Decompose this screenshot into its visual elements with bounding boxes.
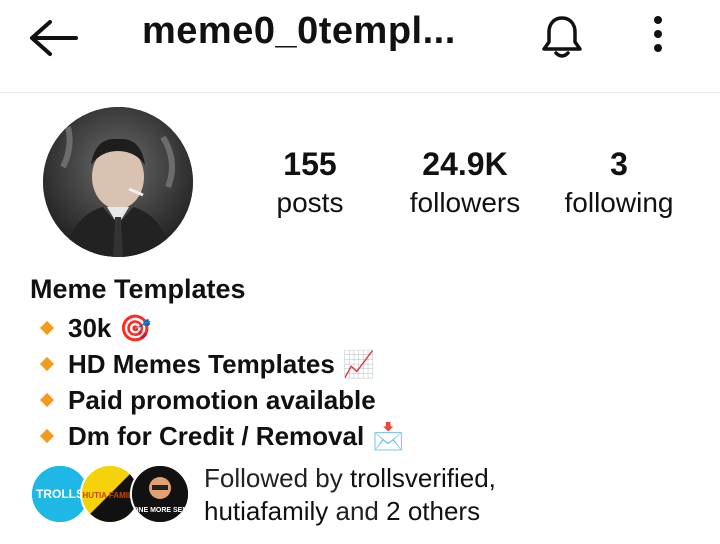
profile-name: Meme Templates bbox=[30, 274, 246, 304]
stat-following[interactable]: 3 following bbox=[544, 145, 694, 223]
chart-increasing-emoji-icon: 📈 bbox=[342, 348, 376, 379]
follower-avatar-onemoresee: ONE MORE SEE bbox=[130, 464, 190, 524]
more-options-icon[interactable] bbox=[646, 14, 670, 58]
orange-diamond-icon bbox=[39, 428, 55, 444]
orange-diamond-icon bbox=[39, 392, 55, 408]
avatar-logo-text: ONE MORE SEE bbox=[133, 507, 187, 514]
back-arrow-icon[interactable] bbox=[28, 18, 80, 58]
following-label: following bbox=[564, 187, 674, 218]
profile-bio: 30k 🎯 HD Memes Templates 📈 Paid promotion … bbox=[38, 310, 405, 454]
top-bar: meme0_0templ... bbox=[0, 0, 720, 90]
header-divider bbox=[0, 92, 720, 93]
followers-count: 24.9K bbox=[422, 146, 508, 182]
stat-posts[interactable]: 155 posts bbox=[235, 145, 385, 223]
following-count: 3 bbox=[610, 146, 628, 182]
followed-by-avatars[interactable]: TROLLS HUTIA FAMILY ONE MORE SEE bbox=[30, 464, 190, 524]
posts-count: 155 bbox=[283, 146, 337, 182]
bio-line: Dm for Credit / Removal 📩 bbox=[38, 418, 405, 454]
posts-label: posts bbox=[276, 187, 344, 218]
follower-name[interactable]: hutiafamily bbox=[204, 496, 328, 526]
bio-line: 30k 🎯 bbox=[38, 310, 405, 346]
envelope-arrow-emoji-icon: 📩 bbox=[372, 420, 405, 451]
avatar-logo-text: TROLLS bbox=[36, 487, 84, 501]
bell-icon[interactable] bbox=[538, 12, 586, 60]
bio-line: HD Memes Templates 📈 bbox=[38, 346, 405, 382]
profile-avatar[interactable] bbox=[43, 107, 193, 257]
bio-text: Dm for Credit / Removal bbox=[68, 420, 365, 451]
bio-text: HD Memes Templates bbox=[68, 348, 335, 379]
followed-by-others[interactable]: 2 others bbox=[386, 496, 480, 526]
followed-by-and: and bbox=[335, 496, 379, 526]
followers-label: followers bbox=[409, 187, 521, 218]
bio-text: Paid promotion available bbox=[68, 384, 376, 415]
bio-text: 30k bbox=[68, 312, 112, 343]
stat-followers[interactable]: 24.9K followers bbox=[390, 145, 540, 223]
followed-by-prefix: Followed by bbox=[204, 463, 343, 493]
bio-line: Paid promotion available bbox=[38, 382, 405, 418]
followed-by-text[interactable]: Followed by trollsverified, hutiafamily … bbox=[204, 462, 496, 528]
target-emoji-icon: 🎯 bbox=[119, 312, 152, 343]
orange-diamond-icon bbox=[39, 320, 55, 336]
profile-username: meme0_0templ... bbox=[142, 10, 456, 52]
orange-diamond-icon bbox=[39, 356, 55, 372]
follower-name[interactable]: trollsverified, bbox=[350, 463, 496, 493]
